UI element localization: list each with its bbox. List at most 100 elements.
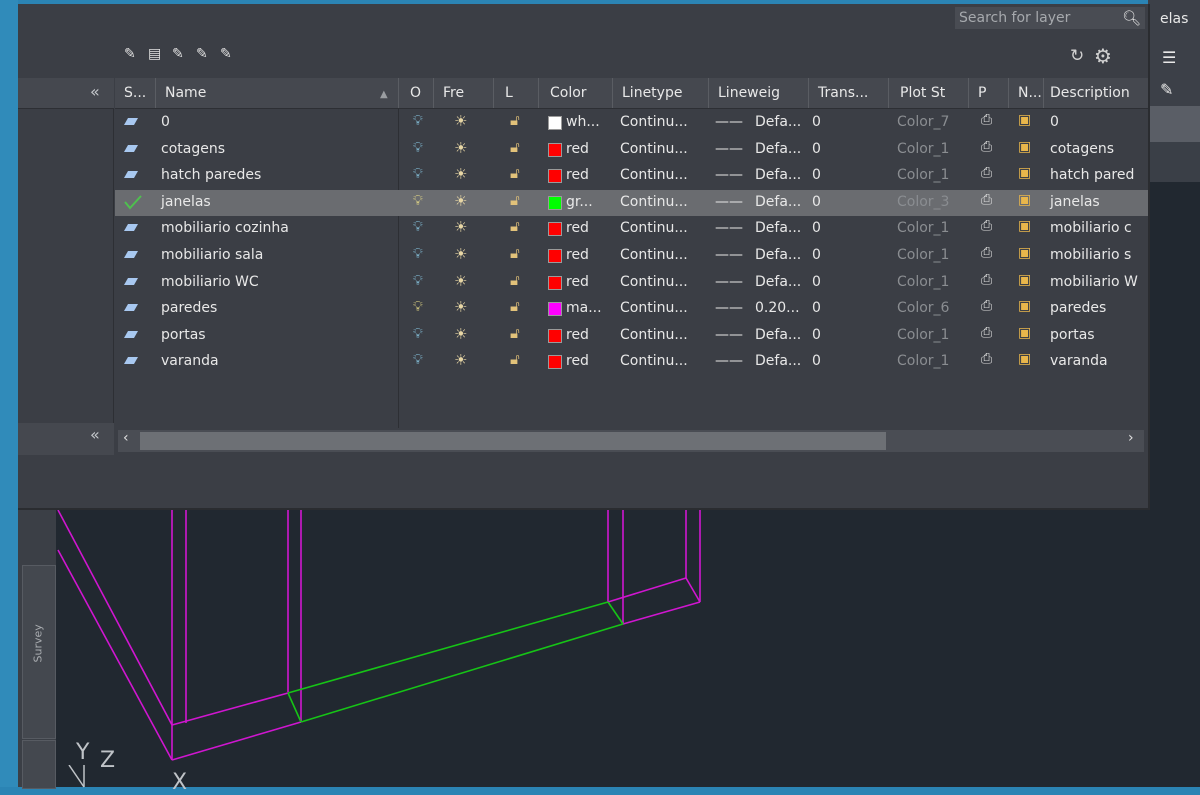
transparency-value[interactable]: 0: [812, 353, 821, 369]
printer-icon[interactable]: ⎙: [981, 351, 992, 367]
freeze-sun-icon[interactable]: ☀: [454, 218, 467, 236]
linetype-value[interactable]: Continu...: [620, 220, 688, 236]
column-separator[interactable]: [155, 78, 156, 108]
layer-row[interactable]: paredes 💡︎ ☀ 🔓︎ ma... Continu... —— 0.20... 0 Col…: [115, 296, 1148, 322]
col-on-header[interactable]: O: [410, 85, 421, 101]
layer-row[interactable]: janelas 💡︎ ☀ 🔓︎ gr... Continu... —— Defa... 0 Col…: [115, 189, 1148, 216]
layer-description[interactable]: cotagens: [1050, 141, 1114, 157]
layer-name[interactable]: mobiliario cozinha: [161, 220, 289, 236]
unlock-icon[interactable]: 🔓︎: [510, 350, 520, 368]
color-swatch[interactable]: [548, 355, 562, 370]
layer-description[interactable]: 0: [1050, 114, 1059, 130]
color-name[interactable]: red: [566, 141, 589, 157]
layer-name[interactable]: janelas: [161, 194, 211, 210]
unlock-icon[interactable]: 🔓︎: [510, 324, 520, 342]
column-separator[interactable]: [1008, 78, 1009, 108]
color-name[interactable]: red: [566, 327, 589, 343]
on-off-bulb-icon[interactable]: 💡︎: [413, 299, 423, 315]
new-vp-freeze-icon[interactable]: ▣: [1018, 218, 1031, 234]
new-vp-freeze-icon[interactable]: ▣: [1018, 245, 1031, 261]
layer-name[interactable]: portas: [161, 327, 206, 343]
layer-name[interactable]: varanda: [161, 353, 219, 369]
color-name[interactable]: red: [566, 167, 589, 183]
printer-icon[interactable]: ⎙: [981, 272, 992, 288]
refresh-icon[interactable]: ↻: [1070, 46, 1084, 66]
column-separator[interactable]: [888, 78, 889, 108]
layer-description[interactable]: mobiliario c: [1050, 220, 1132, 236]
freeze-sun-icon[interactable]: ☀: [454, 112, 467, 130]
layer-description[interactable]: portas: [1050, 327, 1095, 343]
col-color-header[interactable]: Color: [550, 85, 587, 101]
new-vp-freeze-icon[interactable]: ▣: [1018, 165, 1031, 181]
layer-states-icon[interactable]: ✎: [172, 46, 192, 62]
search-icon[interactable]: 🔍︎: [1122, 7, 1141, 29]
transparency-value[interactable]: 0: [812, 300, 821, 316]
color-swatch[interactable]: [548, 222, 562, 237]
color-swatch[interactable]: [548, 116, 562, 130]
transparency-value[interactable]: 0: [812, 114, 821, 130]
freeze-sun-icon[interactable]: ☀: [454, 298, 467, 316]
lineweight-value[interactable]: Defa...: [755, 141, 801, 157]
drawing-canvas[interactable]: [18, 510, 1148, 787]
column-separator[interactable]: [538, 78, 539, 108]
layer-name[interactable]: mobiliario WC: [161, 274, 259, 290]
layer-description[interactable]: paredes: [1050, 300, 1106, 316]
col-status-header[interactable]: S...: [124, 85, 146, 101]
transparency-value[interactable]: 0: [812, 167, 821, 183]
printer-icon[interactable]: ⎙: [981, 112, 992, 128]
color-swatch[interactable]: [548, 169, 562, 184]
color-swatch[interactable]: [548, 302, 562, 317]
transparency-value[interactable]: 0: [812, 141, 821, 157]
lineweight-value[interactable]: 0.20...: [755, 300, 800, 316]
col-new-vp-freeze-header[interactable]: N...: [1018, 85, 1042, 101]
color-swatch[interactable]: [548, 195, 562, 210]
on-off-bulb-icon[interactable]: 💡︎: [413, 326, 423, 342]
unlock-icon[interactable]: 🔓︎: [510, 297, 520, 315]
lineweight-value[interactable]: Defa...: [755, 114, 801, 130]
on-off-bulb-icon[interactable]: 💡︎: [413, 219, 423, 235]
layer-name[interactable]: cotagens: [161, 141, 225, 157]
col-lock-header[interactable]: L: [505, 85, 513, 101]
transparency-value[interactable]: 0: [812, 274, 821, 290]
freeze-sun-icon[interactable]: ☀: [454, 325, 467, 343]
linetype-value[interactable]: Continu...: [620, 247, 688, 263]
new-group-filter-icon[interactable]: ▤: [148, 46, 168, 62]
printer-icon[interactable]: ⎙: [981, 245, 992, 261]
on-off-bulb-icon[interactable]: 💡︎: [413, 166, 423, 182]
color-swatch[interactable]: [548, 249, 562, 263]
column-separator[interactable]: [433, 78, 434, 108]
color-swatch[interactable]: [548, 275, 562, 290]
freeze-sun-icon[interactable]: ☀: [454, 192, 467, 210]
unlock-icon[interactable]: 🔓︎: [510, 244, 520, 262]
new-vp-freeze-icon[interactable]: ▣: [1018, 351, 1031, 367]
color-swatch[interactable]: [548, 142, 562, 157]
lineweight-value[interactable]: Defa...: [755, 274, 801, 290]
col-plot-header[interactable]: P: [978, 85, 986, 101]
layer-name[interactable]: hatch paredes: [161, 167, 261, 183]
linetype-value[interactable]: Continu...: [620, 141, 688, 157]
printer-icon[interactable]: ⎙: [981, 218, 992, 234]
lineweight-value[interactable]: Defa...: [755, 353, 801, 369]
lineweight-value[interactable]: Defa...: [755, 167, 801, 183]
on-off-bulb-icon[interactable]: 💡︎: [413, 140, 423, 156]
new-vp-freeze-icon[interactable]: ▣: [1018, 272, 1031, 288]
new-vp-freeze-icon[interactable]: ▣: [1018, 325, 1031, 341]
lineweight-value[interactable]: Defa...: [755, 327, 801, 343]
new-vp-freeze-icon[interactable]: ▣: [1018, 192, 1031, 208]
col-plot-style-header[interactable]: Plot St: [900, 85, 945, 101]
linetype-value[interactable]: Continu...: [620, 114, 688, 130]
unlock-icon[interactable]: 🔓︎: [510, 138, 520, 156]
new-vp-freeze-icon[interactable]: ▣: [1018, 139, 1031, 155]
layer-name[interactable]: paredes: [161, 300, 217, 316]
unlock-icon[interactable]: 🔓︎: [510, 191, 520, 209]
col-description-header[interactable]: Description: [1050, 85, 1130, 101]
linetype-value[interactable]: Continu...: [620, 167, 688, 183]
layer-row[interactable]: mobiliario sala 💡︎ ☀ 🔓︎ red Continu... —— Defa.…: [115, 243, 1148, 269]
transparency-value[interactable]: 0: [812, 220, 821, 236]
scroll-right-arrow[interactable]: ›: [1128, 430, 1134, 446]
lineweight-value[interactable]: Defa...: [755, 247, 801, 263]
layer-description[interactable]: mobiliario s: [1050, 247, 1131, 263]
column-separator[interactable]: [493, 78, 494, 108]
col-freeze-header[interactable]: Fre: [443, 85, 464, 101]
layer-tool-icon[interactable]: ✎: [1160, 80, 1173, 99]
